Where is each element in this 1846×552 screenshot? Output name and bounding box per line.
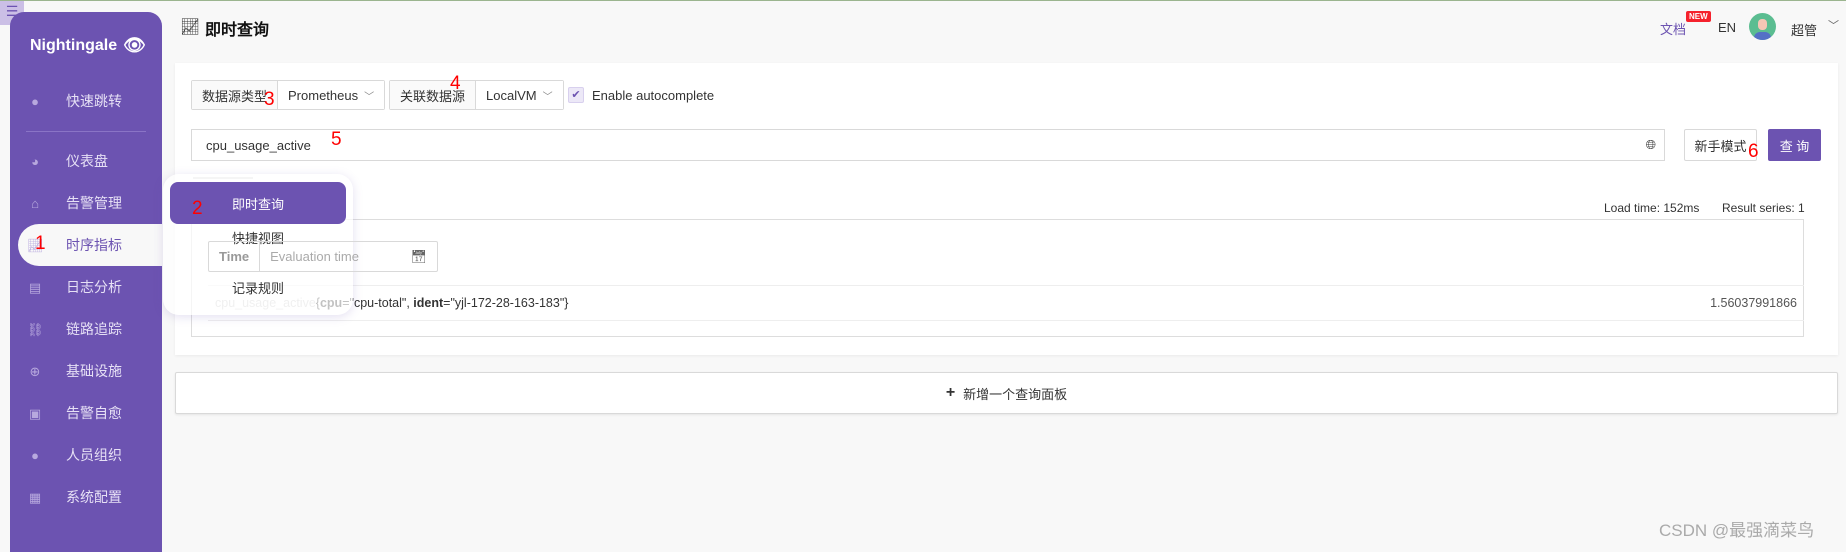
dashboard-icon: ◕ — [31, 154, 39, 169]
user-icon: ● — [31, 448, 39, 463]
calendar-icon: 📅︎ — [410, 248, 427, 264]
submenu-item-label: 即时查询 — [231, 196, 284, 212]
label-key: ident — [413, 296, 444, 310]
bird-eye-icon: 👁 — [123, 35, 146, 55]
label-value: "cpu-total" — [349, 296, 407, 310]
result-row-metric: cpu_usage_active{cpu="cpu-total", ident=… — [215, 296, 569, 310]
datasource-value: LocalVM — [486, 87, 537, 103]
sidebar-item-label: 人员组织 — [66, 447, 122, 463]
chevron-down-icon: ﹀ — [364, 91, 375, 103]
watermark: CSDN @最强滴菜鸟 — [1659, 521, 1815, 540]
target-icon: ⊕ — [29, 364, 41, 379]
plus-icon: + — [945, 384, 956, 401]
user-name[interactable]: 超管 — [1791, 20, 1817, 39]
query-button[interactable]: 查 询 — [1768, 129, 1821, 161]
sidebar-item-label: 系统配置 — [66, 489, 122, 505]
avatar[interactable] — [1749, 13, 1776, 40]
autocomplete-label: Enable autocomplete — [592, 88, 715, 103]
search-icon: ● — [31, 94, 39, 109]
sidebar-item-1[interactable]: ◕ 仪表盘 — [10, 140, 162, 182]
line-chart-icon: 📈︎ — [180, 19, 201, 36]
sidebar-item-label: 时序指标 — [66, 237, 122, 253]
sidebar-item-label: 基础设施 — [66, 363, 122, 379]
time-placeholder: Evaluation time — [270, 249, 359, 264]
tab-underline — [193, 177, 253, 179]
annotation-5: 5 — [331, 129, 342, 150]
guide-mode-button[interactable]: 新手模式 — [1684, 129, 1757, 161]
datasource-type-select[interactable]: 数据源类型 Prometheus ﹀ — [191, 80, 386, 110]
sidebar-item-label: 快速跳转 — [66, 93, 122, 109]
docs-link[interactable]: 文档 — [1660, 19, 1686, 38]
time-picker[interactable]: Time Evaluation time 📅︎ — [208, 241, 438, 272]
label-value: "yjl-172-28-163-183" — [450, 296, 565, 310]
datasource-label: 关联数据源 — [390, 81, 477, 109]
add-panel-label: 新增一个查询面板 — [963, 386, 1068, 402]
sidebar-item-label: 仪表盘 — [66, 153, 108, 169]
sidebar-item-8[interactable]: ● 人员组织 — [10, 434, 162, 476]
datasource-select[interactable]: 关联数据源 LocalVM ﹀ — [389, 80, 564, 110]
time-label: Time — [209, 242, 261, 271]
load-time: Load time: 152ms — [1604, 201, 1700, 215]
promql-input[interactable]: cpu_usage_active 🌐︎ — [191, 129, 1665, 161]
language-switch[interactable]: EN — [1718, 20, 1736, 35]
sidebar-item-label: 告警自愈 — [66, 405, 122, 421]
result-series: Result series: 1 — [1722, 201, 1805, 215]
globe-icon[interactable]: 🌐︎ — [1646, 137, 1656, 153]
sidebar-item-4[interactable]: ▤ 日志分析 — [10, 266, 162, 308]
annotation-2: 2 — [192, 198, 203, 219]
annotation-1: 1 — [35, 233, 46, 254]
sidebar-item-label: 告警管理 — [66, 195, 122, 211]
annotation-4: 4 — [450, 73, 461, 94]
sidebar-item-label: 日志分析 — [66, 279, 122, 295]
alarm-icon: ⌂ — [31, 196, 39, 211]
log-icon: ▤ — [28, 280, 42, 295]
sidebar-item-9[interactable]: ▦ 系统配置 — [10, 476, 162, 518]
sidebar-item-0[interactable]: ● 快速跳转 — [10, 80, 162, 122]
submenu-item-label: 记录规则 — [231, 280, 284, 296]
autocomplete-checkbox[interactable]: ✔ — [568, 87, 584, 103]
sidebar-item-5[interactable]: ⛓︎ 链路追踪 — [10, 308, 162, 350]
annotation-3: 3 — [264, 89, 275, 110]
grid-icon: ▦ — [28, 490, 42, 505]
result-row-value: 1.56037991866 — [1710, 296, 1797, 310]
sidebar-item-6[interactable]: ⊕ 基础设施 — [10, 350, 162, 392]
sidebar-divider — [26, 131, 146, 132]
page-title: 即时查询 — [205, 22, 270, 39]
logo: Nightingale 👁 — [30, 35, 146, 55]
sidebar-item-7[interactable]: ▣ 告警自愈 — [10, 392, 162, 434]
annotation-6: 6 — [1748, 141, 1759, 162]
chevron-down-icon[interactable]: ﹀ — [1828, 17, 1839, 33]
add-query-panel-button[interactable]: + 新增一个查询面板 — [175, 372, 1838, 414]
new-badge: NEW — [1686, 11, 1711, 22]
sidebar-item-label: 链路追踪 — [66, 321, 122, 337]
terminal-icon: ▣ — [28, 406, 42, 421]
link-icon: ⛓︎ — [27, 322, 44, 337]
promql-text: cpu_usage_active — [206, 137, 311, 153]
metric-name: cpu_usage_active — [215, 296, 316, 310]
datasource-type-value: Prometheus — [288, 87, 359, 103]
chevron-down-icon: ﹀ — [542, 91, 553, 103]
sidebar-item-2[interactable]: ⌂ 告警管理 — [10, 182, 162, 224]
label-key: cpu — [319, 296, 343, 310]
